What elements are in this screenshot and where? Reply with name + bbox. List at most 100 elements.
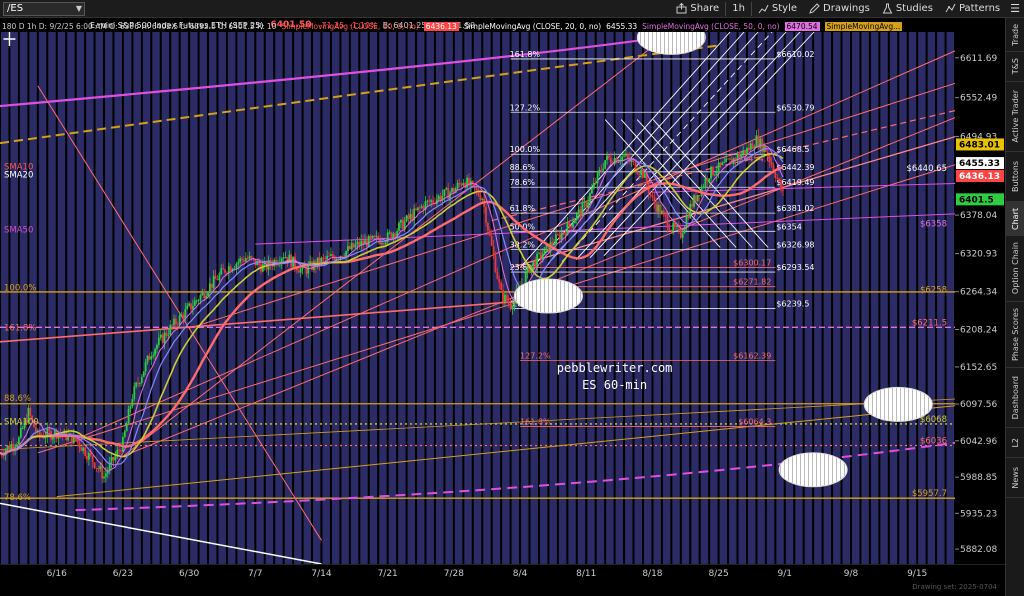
rail-tab-dashboard[interactable]: Dashboard xyxy=(1006,368,1024,428)
time-tick-label: 8/18 xyxy=(642,569,662,579)
rail-tab-phase-scores[interactable]: Phase Scores xyxy=(1006,302,1024,368)
sma-more-legend[interactable]: SimpleMovingAvg... xyxy=(824,21,903,31)
day-band xyxy=(360,32,368,564)
candle-body xyxy=(713,174,716,176)
candle-body xyxy=(233,268,236,270)
time-tick-label: 7/21 xyxy=(378,569,398,579)
day-band xyxy=(379,32,387,564)
candle-body xyxy=(653,197,656,204)
candle-body xyxy=(19,428,22,438)
sma50-value: 6470.54 xyxy=(784,21,820,31)
bottom-bar: Drawing set: 2025-0704 xyxy=(0,582,1005,596)
candle-body xyxy=(48,428,51,432)
rail-tab-label: Option Chain xyxy=(1011,242,1020,295)
candle-body xyxy=(146,355,149,363)
candle-body xyxy=(224,269,226,273)
rail-tab-chart[interactable]: Chart xyxy=(1006,202,1024,236)
candle-body xyxy=(133,386,136,399)
candle-body xyxy=(21,428,24,429)
candle-body xyxy=(511,307,514,310)
share-button[interactable]: Share xyxy=(670,0,725,18)
time-axis[interactable]: 6/16 6/23 6/30 7/7 7/14 7/21 7/28 8/4 8/11 8/18 8/… xyxy=(0,563,1005,582)
drawings-button[interactable]: Drawings xyxy=(803,0,876,18)
candle-body xyxy=(687,216,690,219)
candle-body xyxy=(123,431,126,437)
left-level-label: SMA20 xyxy=(4,170,33,180)
candle-body xyxy=(110,457,113,463)
candle-body xyxy=(698,194,701,196)
candle-body xyxy=(572,223,574,228)
candle-body xyxy=(87,453,90,460)
day-band xyxy=(587,32,595,564)
candle-body xyxy=(778,178,781,181)
candle-body xyxy=(662,210,665,213)
candle-body xyxy=(328,255,330,257)
menu-button[interactable]: ☰ xyxy=(1006,0,1024,18)
candle-body xyxy=(625,154,627,156)
sma10-legend[interactable]: SimpleMovingAvg (CLOSE, 10, 0, no) xyxy=(281,22,418,31)
candle-body xyxy=(195,300,198,302)
day-band xyxy=(880,32,888,564)
day-band xyxy=(369,32,378,564)
patterns-button[interactable]: Patterns xyxy=(939,0,1006,18)
study-legend: 180 D 1h D: 9/2/25 6:00 AM O: 6396 H: 64… xyxy=(0,20,1005,32)
sma50-legend[interactable]: SimpleMovingAvg (CLOSE, 50, 0, no) xyxy=(642,22,779,31)
candle-body xyxy=(420,206,423,208)
candle-body xyxy=(44,437,47,439)
interval-button[interactable]: 1h xyxy=(726,0,751,18)
rail-tab-trade[interactable]: Trade xyxy=(1006,18,1024,52)
rail-tab-buttons[interactable]: Buttons xyxy=(1006,152,1024,202)
candle-body xyxy=(710,166,712,179)
sma20-legend[interactable]: SimpleMovingAvg (CLOSE, 20, 0, no) xyxy=(464,22,601,31)
left-level-label: 88.6% xyxy=(4,394,31,404)
price-tick-label: 6042.96 xyxy=(960,437,997,447)
rail-tab-option-chain[interactable]: Option Chain xyxy=(1006,236,1024,302)
candle-body xyxy=(18,437,20,445)
day-band xyxy=(672,32,680,564)
candle-body xyxy=(740,154,743,158)
chevron-down-icon[interactable]: ▼ xyxy=(76,4,82,13)
symbol-input[interactable]: /ES ▼ xyxy=(3,1,85,16)
salmon-fib-price: $6300.17 xyxy=(733,259,771,268)
day-band xyxy=(19,32,28,564)
rail-tab-t-s[interactable]: T&S xyxy=(1006,52,1024,82)
candle-body xyxy=(248,256,251,259)
salmon-fib-pct: 161.8% xyxy=(520,417,551,426)
rail-tab-label: Trade xyxy=(1011,23,1020,46)
right-rail: Trade T&S Active Trader Buttons Chart Option … xyxy=(1005,18,1024,596)
rail-tab-news[interactable]: News xyxy=(1006,458,1024,498)
candle-body xyxy=(668,227,671,231)
fib-pct-label: 38.2% xyxy=(510,241,536,250)
candle-body xyxy=(382,243,385,245)
day-band xyxy=(76,32,85,564)
day-band xyxy=(57,32,66,564)
candle-body xyxy=(670,230,673,232)
candle-body xyxy=(418,207,421,209)
day-band xyxy=(38,32,47,564)
candle-body xyxy=(579,209,582,216)
fib-price-label: $6381.02 xyxy=(776,204,814,213)
candle-body xyxy=(152,355,155,357)
day-band xyxy=(691,32,699,564)
candle-body xyxy=(417,207,419,210)
day-band xyxy=(700,32,709,564)
candle-body xyxy=(150,356,153,360)
rail-tab-active-trader[interactable]: Active Trader xyxy=(1006,82,1024,152)
fib-price-label: $6530.79 xyxy=(776,103,814,112)
studies-button[interactable]: Studies xyxy=(876,0,939,18)
candle-body xyxy=(430,200,433,202)
price-axis[interactable]: 6611.69 6552.49 6494.93 6378.04 6320.93 6264.… xyxy=(955,32,1005,564)
candle-body xyxy=(401,219,404,230)
day-band xyxy=(473,32,482,564)
chart-area[interactable]: 161.8% $6610.02 127.2% $6530.79 100.0% $6468.… xyxy=(0,0,956,565)
candle-body xyxy=(744,150,746,155)
price-tick-label: 6208.24 xyxy=(960,325,997,335)
rail-tab-l2[interactable]: L2 xyxy=(1006,428,1024,458)
candle-body xyxy=(76,439,79,442)
candle-body xyxy=(759,138,762,148)
patterns-label: Patterns xyxy=(958,3,1001,14)
style-button[interactable]: Style xyxy=(752,0,803,18)
candle-body xyxy=(452,188,455,193)
day-band xyxy=(625,32,633,564)
price-chart[interactable]: 161.8% $6610.02 127.2% $6530.79 100.0% $6468.… xyxy=(0,0,956,565)
